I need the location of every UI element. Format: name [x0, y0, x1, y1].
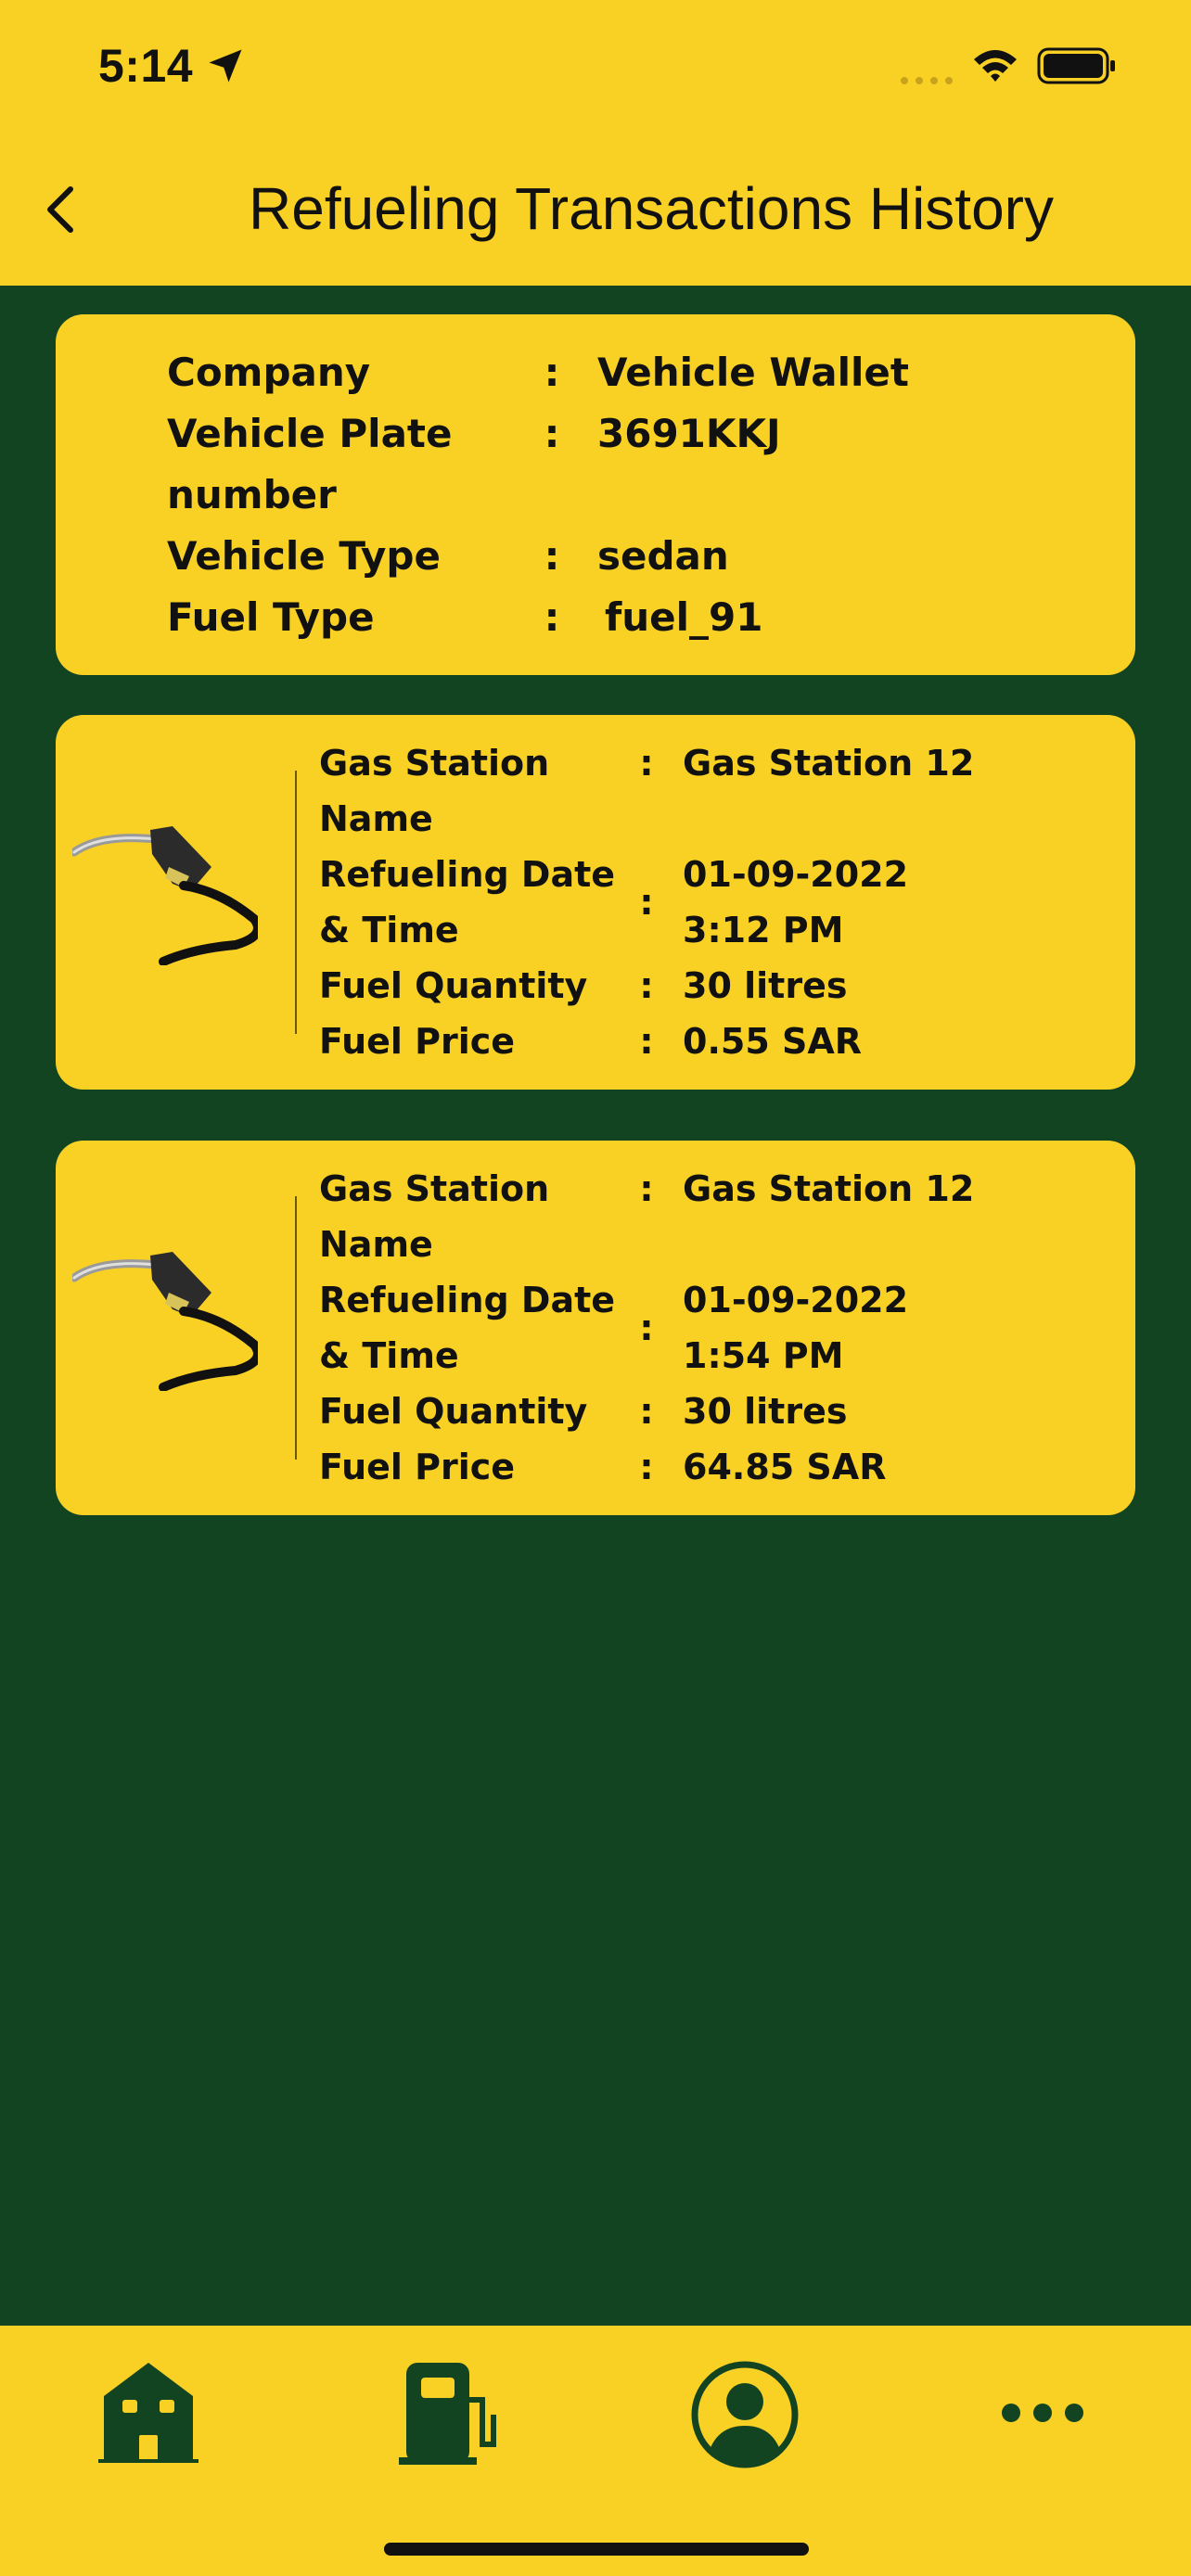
price-label: Fuel Price: [319, 1447, 516, 1487]
plate-label: Vehicle Plate number: [167, 411, 453, 517]
page-title: Refueling Transactions History: [249, 175, 1054, 242]
profile-icon[interactable]: [689, 2359, 800, 2470]
price-value: 0.55 SAR: [683, 1021, 863, 1062]
separator: :: [544, 533, 560, 579]
quantity-value: 30 litres: [683, 965, 848, 1006]
separator: :: [639, 965, 654, 1006]
time-value: 1:54 PM: [683, 1335, 844, 1376]
divider: [295, 1196, 297, 1460]
separator: :: [639, 1391, 654, 1432]
date-label: Refueling Date & Time: [319, 854, 616, 950]
status-bar: 5:14: [0, 0, 1191, 139]
fuel-nozzle-icon: [72, 826, 258, 965]
company-label: Company: [167, 350, 371, 395]
station-label: Gas Station Name: [319, 743, 550, 839]
station-label: Gas Station Name: [319, 1168, 550, 1265]
home-indicator: [384, 2543, 809, 2556]
location-arrow-icon: [209, 49, 242, 83]
vehicle-info-card: Company : Vehicle Wallet Vehicle Plate n…: [56, 314, 1135, 675]
quantity-label: Fuel Quantity: [319, 965, 588, 1006]
chevron-left-icon[interactable]: [33, 176, 93, 243]
fuel-type-label: Fuel Type: [167, 594, 375, 640]
more-icon[interactable]: [987, 2359, 1098, 2470]
battery-icon: [1037, 47, 1115, 84]
plate-value: 3691KKJ: [597, 411, 781, 456]
price-label: Fuel Price: [319, 1021, 516, 1062]
time-value: 3:12 PM: [683, 910, 844, 950]
quantity-label: Fuel Quantity: [319, 1391, 588, 1432]
separator: :: [639, 1168, 654, 1209]
header: Refueling Transactions History: [0, 139, 1191, 286]
separator: :: [544, 411, 560, 456]
vehicle-type-label: Vehicle Type: [167, 533, 441, 579]
company-value: Vehicle Wallet: [597, 350, 909, 395]
quantity-value: 30 litres: [683, 1391, 848, 1432]
cellular-signal-icon: [901, 77, 953, 84]
transaction-card[interactable]: Gas Station Name : Gas Station 12 Refuel…: [56, 1141, 1135, 1515]
fuel-type-value: fuel_91: [605, 594, 763, 640]
date-label: Refueling Date & Time: [319, 1280, 616, 1376]
station-value: Gas Station 12: [683, 1168, 975, 1209]
status-time: 5:14: [98, 40, 194, 92]
transaction-card[interactable]: Gas Station Name : Gas Station 12 Refuel…: [56, 715, 1135, 1090]
separator: :: [639, 1447, 654, 1487]
separator: :: [639, 1307, 654, 1348]
separator: :: [639, 743, 654, 784]
vehicle-type-value: sedan: [597, 533, 729, 579]
wifi-icon: [974, 50, 1017, 82]
price-value: 64.85 SAR: [683, 1447, 887, 1487]
home-icon[interactable]: [93, 2359, 204, 2470]
fuel-pump-icon[interactable]: [390, 2359, 501, 2470]
separator: :: [544, 594, 560, 640]
separator: :: [639, 1021, 654, 1062]
tab-bar: [0, 2326, 1191, 2576]
divider: [295, 771, 297, 1034]
date-value: 01-09-2022: [683, 1280, 909, 1320]
separator: :: [639, 882, 654, 923]
separator: :: [544, 350, 560, 395]
station-value: Gas Station 12: [683, 743, 975, 784]
date-value: 01-09-2022: [683, 854, 909, 895]
fuel-nozzle-icon: [72, 1252, 258, 1391]
